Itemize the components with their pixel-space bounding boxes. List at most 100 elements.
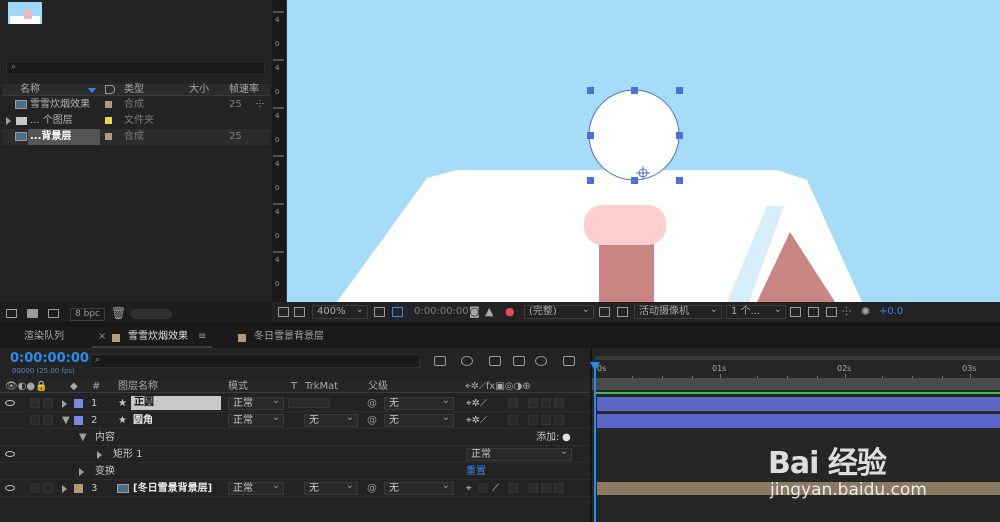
lock-toggle[interactable] — [43, 398, 53, 408]
shape-blend-mode-select[interactable]: 正常 — [466, 446, 572, 461]
switch-box[interactable] — [478, 483, 488, 493]
blend-mode-select[interactable]: 正常 — [228, 480, 284, 495]
fast-previews-icon[interactable] — [808, 307, 819, 317]
safe-margins-icon[interactable] — [374, 307, 385, 317]
bit-depth-button[interactable]: 8 bpc — [70, 308, 105, 321]
comp-mini-flowchart-icon[interactable] — [434, 356, 446, 366]
color-channel-icon[interactable]: ● — [505, 302, 515, 322]
shy-layers-icon[interactable] — [489, 356, 501, 366]
transparency-grid-icon[interactable] — [617, 307, 628, 317]
solo-toggle[interactable] — [30, 483, 40, 493]
layer-label-swatch[interactable] — [74, 399, 83, 408]
switch-box[interactable] — [554, 415, 564, 425]
project-item[interactable]: ... 个图层 文件夹 — [2, 113, 270, 129]
toggle-pixel-aspect-icon[interactable] — [790, 307, 801, 317]
visibility-eye-icon[interactable] — [5, 400, 15, 406]
timeline-icon[interactable] — [826, 307, 837, 317]
col-name[interactable]: 名称 — [20, 84, 40, 96]
flowchart-icon[interactable]: ⸭ — [842, 302, 851, 322]
tab-comp-active[interactable]: 雪雪炊烟效果 — [128, 327, 188, 347]
parent-select[interactable]: 无 — [384, 480, 454, 495]
layer-row[interactable]: 3 [冬日雪景背景层] 正常 无 @ 无 ⌖ ⟋ — [0, 480, 590, 497]
blend-mode-select[interactable]: 正常 — [228, 395, 284, 410]
project-item[interactable]: 雪雪炊烟效果 合成 25 ⸭ — [2, 97, 270, 113]
switch-box[interactable] — [541, 483, 551, 493]
work-area-bar[interactable] — [592, 378, 1000, 390]
tab-comp-background[interactable]: 冬日雪景背景层 — [254, 327, 324, 347]
layer-label-swatch[interactable] — [74, 416, 83, 425]
new-comp-icon[interactable] — [48, 309, 59, 318]
layer-name[interactable]: 正圆 — [131, 396, 221, 410]
trash-icon[interactable]: 🗑 — [111, 306, 126, 320]
switch-box[interactable] — [528, 415, 538, 425]
label-swatch[interactable] — [105, 117, 112, 124]
switch-box[interactable] — [508, 398, 518, 408]
current-time[interactable]: 0:00:00:00 — [10, 351, 89, 366]
switch-box[interactable] — [541, 415, 551, 425]
transform-row[interactable]: 变换 重置 — [0, 463, 590, 480]
layer-row[interactable]: 1 ★ 正圆 正常 @ 无 ⌖✲⟋ — [0, 395, 590, 412]
col-size[interactable]: 大小 — [189, 84, 209, 96]
mask-visibility-icon[interactable] — [392, 307, 403, 317]
trkmat-select[interactable] — [288, 398, 330, 408]
add-arrow-icon[interactable]: ● — [562, 429, 571, 446]
solo-toggle[interactable] — [30, 415, 40, 425]
col-t[interactable]: T — [291, 380, 297, 393]
label-swatch[interactable] — [105, 133, 112, 140]
expand-arrow-icon[interactable] — [62, 400, 67, 408]
exposure-value[interactable]: +0.0 — [879, 302, 903, 322]
quality-switch-icon[interactable]: ⟋ — [492, 480, 499, 497]
expand-arrow-icon[interactable] — [6, 117, 11, 125]
col-type[interactable]: 类型 — [124, 84, 144, 96]
monitor-icon[interactable] — [294, 307, 305, 317]
motion-blur-icon[interactable] — [535, 356, 547, 366]
shy-switch-icon[interactable]: ⌖✲⟋ — [466, 395, 487, 412]
viewer-timecode[interactable]: 0:00:00:00 — [414, 302, 469, 322]
solo-toggle[interactable] — [30, 398, 40, 408]
switch-box[interactable] — [508, 415, 518, 425]
layer-row[interactable]: ▼ 2 ★ 圆角 正常 无 @ 无 ⌖✲⟋ — [0, 412, 590, 429]
col-trkmat[interactable]: TrkMat — [305, 380, 338, 393]
composition-viewer[interactable] — [287, 0, 1000, 302]
shy-switch-icon[interactable]: ⌖✲⟋ — [466, 412, 487, 429]
add-menu-button[interactable]: 添加: — [536, 429, 559, 446]
tab-menu-icon[interactable]: ≡ — [198, 327, 206, 347]
tab-render-queue[interactable]: 渲染队列 — [24, 327, 64, 347]
col-mode[interactable]: 模式 — [228, 380, 248, 393]
show-snapshot-icon[interactable]: ▲ — [485, 302, 493, 322]
frame-blending-icon[interactable] — [513, 356, 525, 366]
collapse-switch-icon[interactable]: ⌖ — [466, 480, 472, 497]
switch-box[interactable] — [508, 483, 518, 493]
camera-select[interactable]: 活动摄像机 ⌄ — [634, 304, 722, 319]
close-tab-icon[interactable]: × — [98, 327, 106, 347]
trkmat-select[interactable]: 无 — [304, 412, 358, 427]
reset-link[interactable]: 重置 — [466, 463, 486, 480]
expand-arrow-icon[interactable] — [97, 451, 102, 459]
layer-duration-bar[interactable] — [597, 397, 1000, 411]
collapse-arrow-icon[interactable]: ▼ — [79, 429, 87, 446]
blend-mode-select[interactable]: 正常 — [228, 412, 284, 427]
flowchart-icon[interactable]: ⸭ — [256, 97, 264, 113]
lock-toggle[interactable] — [43, 415, 53, 425]
current-time-indicator[interactable] — [594, 362, 596, 522]
zoom-select[interactable]: 400% ⌄ — [312, 304, 368, 319]
switch-box[interactable] — [528, 483, 538, 493]
pickwhip-icon[interactable]: @ — [367, 412, 377, 429]
graph-editor-icon[interactable] — [563, 356, 575, 366]
col-layer-name[interactable]: 图层名称 — [118, 380, 158, 393]
pickwhip-icon[interactable]: @ — [367, 395, 377, 412]
layer-label-swatch[interactable] — [74, 484, 83, 493]
view-layout-select[interactable]: 1 个... ⌄ — [726, 304, 786, 319]
layer-name[interactable]: [冬日雪景背景层] — [133, 480, 212, 497]
col-framerate[interactable]: 帧速率 — [229, 84, 259, 96]
layer-search-input[interactable]: ⌕ — [90, 354, 420, 368]
playhead-handle-icon[interactable] — [590, 362, 600, 371]
switch-box[interactable] — [541, 398, 551, 408]
content-group-row[interactable]: ▼ 内容 添加: ● — [0, 429, 590, 446]
shape-group-name[interactable]: 矩形 1 — [113, 446, 143, 463]
resolution-select[interactable]: (完整) ⌄ — [524, 304, 594, 319]
thumbnail-size-slider[interactable] — [130, 309, 172, 319]
visibility-eye-icon[interactable] — [5, 451, 15, 457]
switch-box[interactable] — [528, 398, 538, 408]
parent-select[interactable]: 无 — [384, 412, 454, 427]
